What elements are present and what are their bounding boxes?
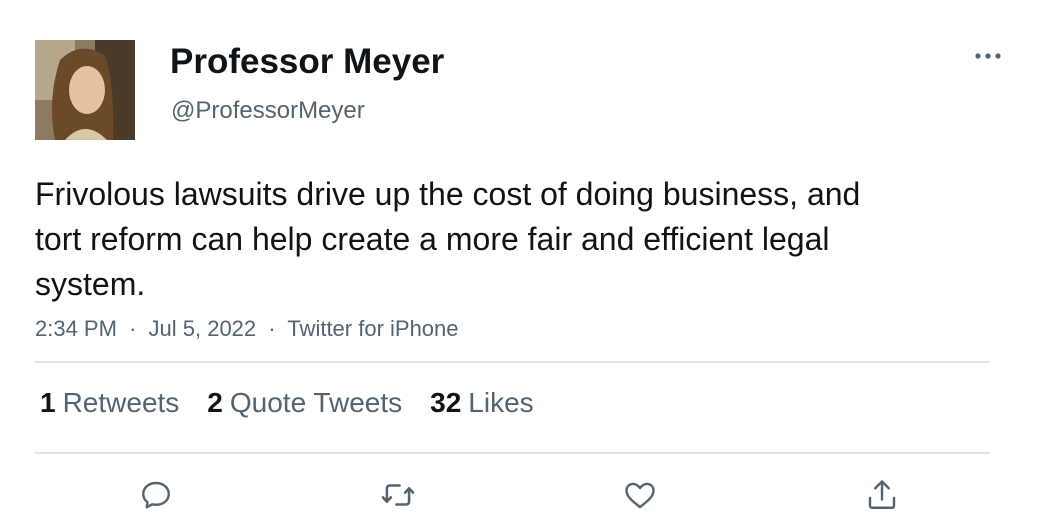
tweet-source[interactable]: Twitter for iPhone	[287, 316, 458, 341]
more-horizontal-icon	[975, 53, 1001, 59]
retweet-button[interactable]	[378, 475, 418, 515]
meta-separator: ·	[129, 316, 137, 341]
divider	[35, 361, 990, 363]
heart-icon	[625, 482, 655, 509]
likes-stat[interactable]: 32 Likes	[430, 387, 534, 419]
quote-tweets-label: Quote Tweets	[229, 387, 403, 418]
retweets-stat[interactable]: 1 Retweets	[40, 387, 179, 419]
quote-tweets-count: 2	[207, 387, 223, 418]
quote-tweets-stat[interactable]: 2 Quote Tweets	[207, 387, 402, 419]
author-handle[interactable]: @ProfessorMeyer	[171, 97, 365, 125]
retweets-label: Retweets	[62, 387, 180, 418]
share-button[interactable]	[862, 475, 902, 515]
tweet-date[interactable]: Jul 5, 2022	[149, 316, 257, 341]
likes-label: Likes	[468, 387, 534, 418]
more-options-button[interactable]	[970, 40, 1010, 72]
tweet-meta: 2:34 PM · Jul 5, 2022 · Twitter for iPho…	[35, 316, 459, 342]
tweet-time[interactable]: 2:34 PM	[35, 316, 117, 341]
avatar-photo	[35, 40, 135, 140]
avatar[interactable]	[35, 40, 135, 140]
retweets-count: 1	[40, 387, 56, 418]
tweet-text: Frivolous lawsuits drive up the cost of …	[35, 176, 861, 302]
share-icon	[868, 480, 896, 509]
meta-separator: ·	[268, 316, 276, 341]
likes-count: 32	[430, 387, 462, 418]
tweet-stats: 1 Retweets 2 Quote Tweets 32 Likes	[40, 387, 534, 419]
like-button[interactable]	[620, 475, 660, 515]
author-name[interactable]: Professor Meyer	[170, 42, 444, 82]
reply-button[interactable]	[136, 475, 176, 515]
retweet-icon	[381, 484, 415, 506]
reply-icon	[142, 481, 170, 509]
divider	[35, 452, 990, 454]
